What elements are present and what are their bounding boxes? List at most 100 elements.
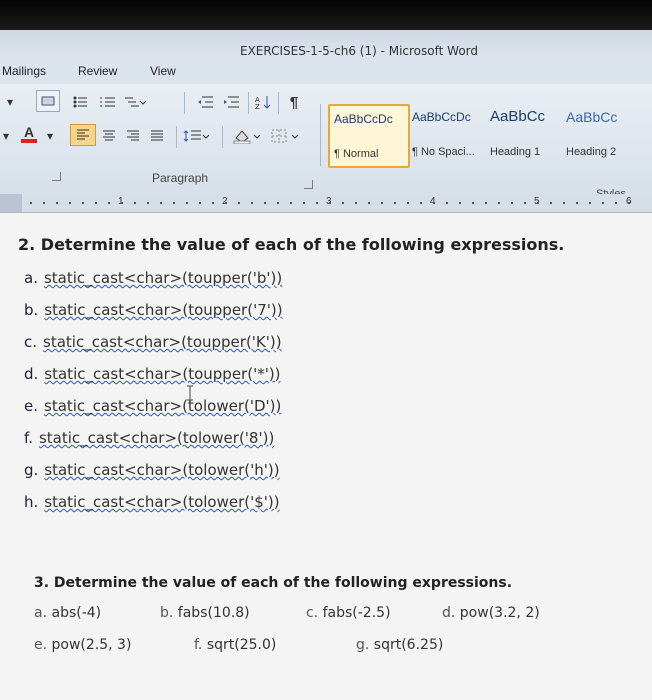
tab-review[interactable]: Review — [78, 64, 117, 78]
align-right-icon[interactable] — [122, 126, 144, 146]
sort-icon[interactable]: AZ — [252, 92, 274, 112]
align-center-icon[interactable] — [98, 126, 120, 146]
item-expression: fabs(-2.5) — [322, 605, 391, 621]
ruler-tick — [498, 202, 500, 204]
ruler-tick — [277, 202, 279, 204]
text-cursor-icon — [186, 385, 194, 401]
ruler-tick — [30, 202, 32, 204]
item-letter: e. — [34, 637, 48, 653]
tab-mailings[interactable]: Mailings — [2, 64, 46, 78]
style-heading-2-sample: AaBbCc — [566, 109, 618, 125]
horizontal-ruler[interactable]: 1 2 3 4 5 6 — [0, 194, 652, 213]
item-letter: c. — [306, 605, 319, 621]
ruler-tick — [537, 202, 539, 204]
ruler-tick — [316, 202, 318, 204]
item-expression: sqrt(6.25) — [373, 637, 444, 653]
ruler-tick — [186, 202, 188, 204]
ruler-tick — [134, 202, 136, 204]
item-expression: static_cast<char>(toupper('*')) — [44, 365, 281, 383]
question-2-item: a. static_cast<char>(toupper('b')) — [24, 269, 282, 287]
paragraph-group-label: Paragraph — [152, 171, 209, 185]
ruler-tick — [511, 202, 513, 204]
ruler-tick — [563, 202, 565, 204]
ruler-tick — [82, 202, 84, 204]
item-expression: sqrt(25.0) — [206, 637, 277, 653]
question-2-item: f. static_cast<char>(tolower('8')) — [24, 429, 274, 447]
ruler-tick — [589, 202, 591, 204]
change-case-icon[interactable] — [36, 90, 60, 112]
ruler-tick — [576, 202, 578, 204]
multilevel-list-icon[interactable] — [122, 92, 148, 112]
ruler-tick — [615, 202, 617, 204]
item-letter: b. — [24, 301, 39, 319]
font-color-icon[interactable]: A — [16, 124, 42, 144]
font-size-dropdown-icon[interactable]: ▾ — [0, 92, 20, 112]
tab-view[interactable]: View — [150, 64, 176, 78]
ruler-tick — [368, 202, 370, 204]
left-margin-marker[interactable] — [0, 194, 22, 212]
item-expression: static_cast<char>(toupper('K')) — [43, 333, 282, 351]
item-letter: e. — [24, 397, 38, 415]
window-title: EXERCISES-1-5-ch6 (1) - Microsoft Word — [240, 44, 478, 58]
item-letter: g. — [24, 461, 39, 479]
style-no-spacing-name: ¶ No Spaci... — [412, 146, 475, 158]
show-formatting-marks-icon[interactable]: ¶ — [284, 92, 304, 112]
borders-icon[interactable] — [268, 126, 302, 146]
font-color-dropdown-icon[interactable]: ▾ — [44, 126, 56, 146]
style-normal-name: ¶ Normal — [334, 148, 379, 160]
ruler-tick — [225, 202, 227, 204]
item-letter: g. — [356, 637, 370, 653]
style-heading-1[interactable]: AaBbCc Heading 1 — [486, 104, 562, 164]
ruler-tick — [485, 202, 487, 204]
ruler-tick — [602, 202, 604, 204]
document-page[interactable]: 2. Determine the value of each of the fo… — [0, 213, 652, 700]
style-heading-1-name: Heading 1 — [490, 146, 541, 158]
item-expression: static_cast<char>(toupper('7')) — [44, 301, 283, 319]
numbering-icon[interactable] — [96, 92, 118, 112]
ruler-tick — [329, 202, 331, 204]
ruler-tick — [264, 202, 266, 204]
style-heading-2[interactable]: AaBbCc Heading 2 — [562, 104, 652, 164]
item-expression: static_cast<char>(tolower('h')) — [44, 461, 280, 479]
ribbon-tabs: Mailings Review View — [0, 58, 652, 84]
question-3-item: g. sqrt(6.25) — [356, 637, 443, 653]
increase-indent-icon[interactable] — [220, 92, 242, 112]
ruler-tick — [459, 202, 461, 204]
item-letter: a. — [34, 605, 48, 621]
ruler-tick — [472, 202, 474, 204]
item-expression: pow(2.5, 3) — [51, 637, 132, 653]
shading-icon[interactable] — [230, 126, 264, 146]
decrease-indent-icon[interactable] — [194, 92, 216, 112]
question-2-item: g. static_cast<char>(tolower('h')) — [24, 461, 280, 479]
highlight-dropdown-icon[interactable]: ▾ — [0, 126, 12, 146]
question-3-item: d. pow(3.2, 2) — [442, 605, 540, 621]
ruler-tick — [550, 202, 552, 204]
item-letter: d. — [442, 605, 456, 621]
question-2-item: e. static_cast<char>(tolower('D')) — [24, 397, 281, 415]
ruler-tick — [43, 202, 45, 204]
svg-text:Z: Z — [255, 103, 260, 110]
ruler-tick — [290, 202, 292, 204]
screen: EXERCISES-1-5-ch6 (1) - Microsoft Word M… — [0, 0, 652, 700]
question-2-item: b. static_cast<char>(toupper('7')) — [24, 301, 283, 319]
question-3-item: f. sqrt(25.0) — [194, 637, 276, 653]
bullets-icon[interactable] — [70, 92, 90, 112]
ruler-tick — [446, 202, 448, 204]
item-expression: fabs(10.8) — [177, 605, 250, 621]
question-3-heading: 3. Determine the value of each of the fo… — [34, 575, 513, 591]
question-3-item: c. fabs(-2.5) — [306, 605, 391, 621]
item-letter: c. — [24, 333, 38, 351]
style-no-spacing[interactable]: AaBbCcDc ¶ No Spaci... — [408, 104, 486, 164]
monitor-bezel — [0, 0, 652, 30]
paragraph-dialog-launcher-icon[interactable] — [304, 180, 313, 189]
justify-icon[interactable] — [146, 126, 168, 146]
ruler-tick — [394, 202, 396, 204]
ruler-tick — [407, 202, 409, 204]
font-dialog-launcher-icon[interactable] — [52, 172, 61, 181]
question-2-item: c. static_cast<char>(toupper('K')) — [24, 333, 282, 351]
line-spacing-icon[interactable] — [180, 126, 212, 146]
style-normal[interactable]: AaBbCcDc ¶ Normal — [328, 104, 410, 168]
align-left-icon[interactable] — [70, 124, 96, 146]
question-3-item: b. fabs(10.8) — [160, 605, 250, 621]
item-expression: static_cast<char>(toupper('b')) — [43, 269, 283, 287]
